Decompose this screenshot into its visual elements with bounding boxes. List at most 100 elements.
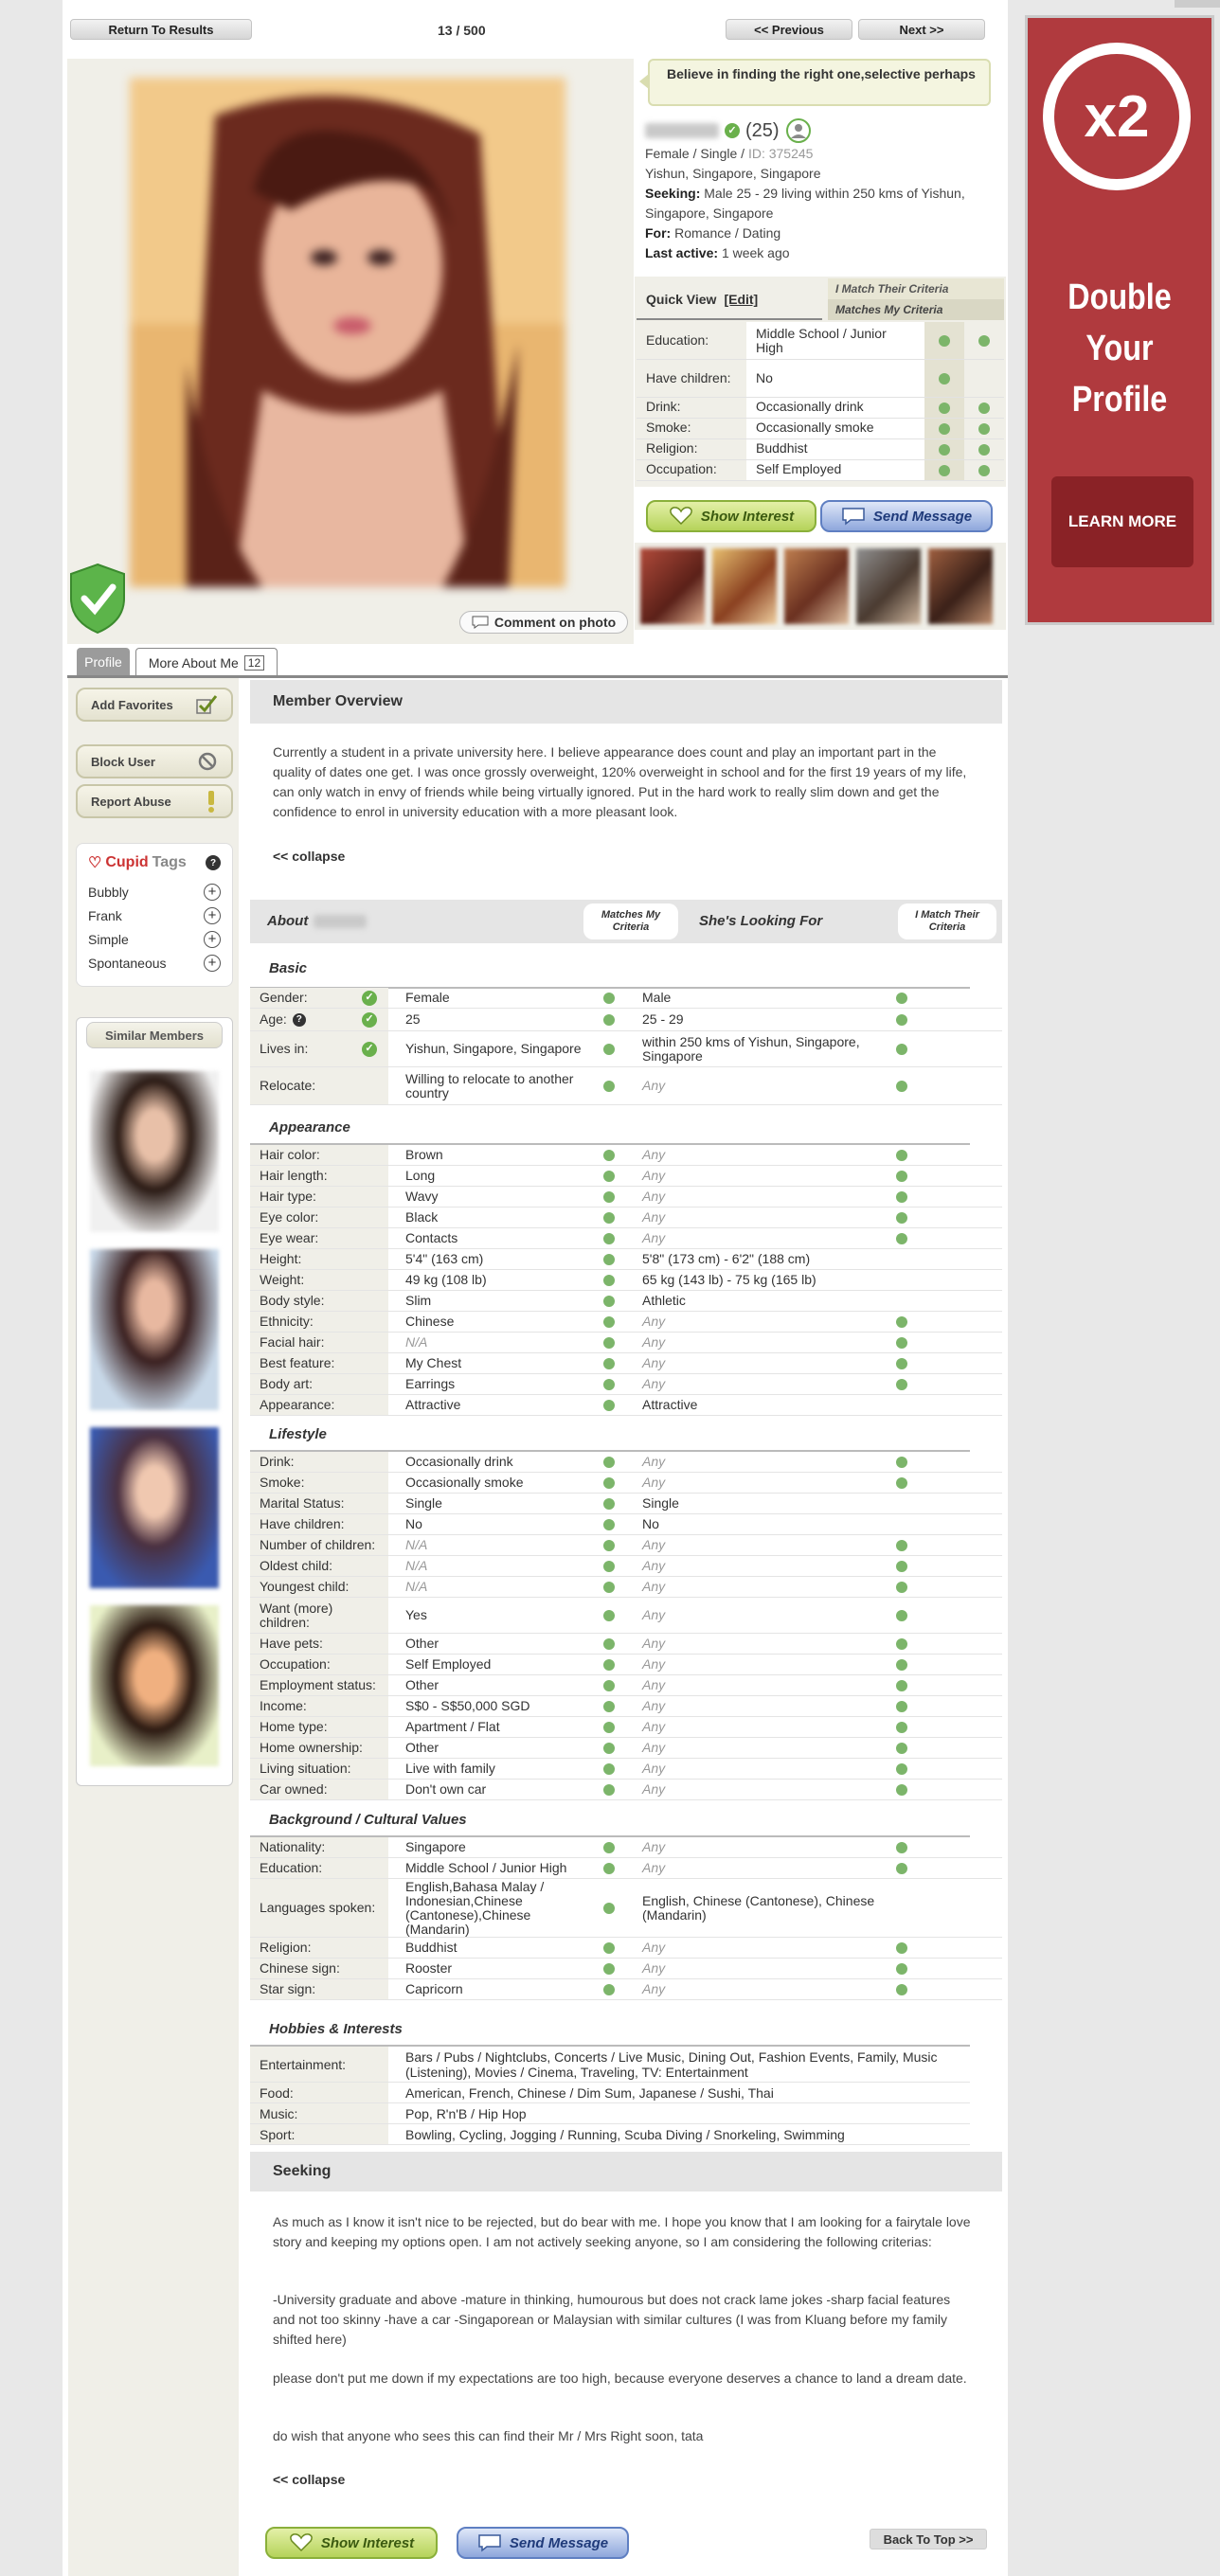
i-match-their-criteria-column: I Match Their Criteria [898,903,996,939]
back-to-top-button[interactable]: Back To Top >> [870,2529,987,2549]
profile-id: ID: 375245 [747,146,814,161]
learn-more-button[interactable]: LEARN MORE [1051,476,1193,567]
next-button[interactable]: Next >> [858,19,985,40]
similar-member-photo[interactable] [90,1071,219,1232]
similar-member-photo[interactable] [90,1427,219,1588]
photo-thumbnail[interactable] [856,548,921,624]
detail-row: Have children: No No [250,1514,1002,1535]
photo-thumbnail[interactable] [640,548,705,624]
main-photo-area: Comment on photo [67,59,634,644]
add-tag-icon[interactable]: + [204,930,221,948]
tab-more-about-me[interactable]: More About Me 12 [135,648,278,676]
tab-profile[interactable]: Profile [77,648,130,676]
return-to-results-button[interactable]: Return To Results [70,19,252,40]
about-header: About Matches My Criteria She's Looking … [250,900,1002,943]
match-dot [896,1560,907,1572]
about-label: About [267,913,309,929]
similar-members-box: Similar Members [76,1017,233,1786]
main-photo[interactable] [130,78,565,587]
group-hobbies: Hobbies & Interests [269,2021,403,2037]
detail-row: Body style: Slim Athletic [250,1291,1002,1312]
quick-view-panel: Quick View [Edit] I Match Their Criteria … [635,277,1006,487]
detail-row: Eye wear: Contacts Any [250,1228,1002,1249]
checkbox-icon [196,695,218,714]
match-dot [603,1637,615,1650]
cupid-tag: Spontaneous + [88,951,221,975]
send-message-button[interactable]: Send Message [820,500,993,532]
match-dot [939,372,950,385]
match-dot [603,1315,615,1328]
add-tag-icon[interactable]: + [204,906,221,924]
seeking-text-1: As much as I know it isn't nice to be re… [273,2214,971,2249]
double-profile-ad[interactable]: x2 Double Your Profile LEARN MORE [1025,15,1214,625]
match-dot [603,1253,615,1265]
member-overview-header: Member Overview [250,680,1002,724]
seeking-collapse-link[interactable]: << collapse [273,2472,345,2487]
comment-icon [472,616,489,629]
username-blurred [645,123,719,138]
profile-info: ✓ (25) Female / Single / ID: 375245 Yish… [645,117,1005,263]
match-dot [603,1295,615,1307]
detail-row: Star sign: Capricorn Any [250,1979,1002,2000]
help-icon[interactable]: ? [292,1012,306,1027]
previous-button[interactable]: << Previous [726,19,852,40]
match-dot [603,1941,615,1954]
send-message-button-bottom[interactable]: Send Message [457,2527,629,2559]
match-dot [939,402,950,414]
photo-thumbnail[interactable] [784,548,849,624]
match-dot [603,1658,615,1671]
similar-member-photo[interactable] [90,1249,219,1410]
photo-thumbnail[interactable] [712,548,777,624]
detail-row: Relocate: Willing to relocate to another … [250,1067,1002,1105]
heart-icon [289,2533,313,2552]
match-dot [603,1762,615,1775]
member-avatar-icon[interactable] [785,117,812,144]
detail-row: Eye color: Black Any [250,1208,1002,1228]
verified-icon: ✓ [725,123,740,138]
profile-headline: Believe in finding the right one,selecti… [639,59,991,106]
seeking-text-3: please don't put me down if my expectati… [273,2370,967,2386]
match-dot [603,1378,615,1390]
block-user-button[interactable]: Block User [76,744,233,778]
detail-row: Lives in: ✓ Yishun, Singapore, Singapore wi… [250,1031,1002,1067]
match-dot [896,1721,907,1733]
match-dot [896,1232,907,1244]
seeking-text-4: do wish that anyone who sees this can fi… [273,2428,704,2443]
match-dot [978,422,990,435]
ad-headline: Double Your Profile [1068,277,1172,420]
group-basic: Basic [269,960,308,976]
match-dot [603,1700,615,1712]
detail-row: Gender: ✓ Female Male [250,988,1002,1009]
detail-row: Nationality: Singapore Any [250,1837,1002,1858]
detail-row: Chinese sign: Rooster Any [250,1959,1002,1979]
add-tag-icon[interactable]: + [204,883,221,901]
hobby-row: Sport: Bowling, Cycling, Jogging / Runnin… [250,2124,970,2145]
overview-collapse-link[interactable]: << collapse [273,849,345,864]
speech-bubble-icon [478,2534,501,2552]
match-dot [896,1783,907,1796]
quick-view-row: Education: Middle School / Junior High [637,322,1004,360]
cupid-tag: Simple + [88,927,221,951]
heart-outline-icon: ♡ [88,855,102,871]
match-dot [603,1721,615,1733]
match-dot [603,1170,615,1182]
report-abuse-button[interactable]: Report Abuse [76,784,233,818]
match-dot [603,1539,615,1551]
add-favorites-button[interactable]: Add Favorites [76,688,233,722]
photo-thumbnail[interactable] [928,548,993,624]
last-active-value: 1 week ago [721,245,790,260]
help-icon[interactable]: ? [206,855,221,870]
match-dot [896,1637,907,1650]
detail-row: Body art: Earrings Any [250,1374,1002,1395]
quick-view-edit-link[interactable]: [Edit] [724,292,758,307]
match-dot [603,1983,615,1995]
similar-member-photo[interactable] [90,1605,219,1766]
hobby-row: Music: Pop, R'n'B / Hip Hop [250,2103,970,2124]
show-interest-button-bottom[interactable]: Show Interest [265,2527,438,2559]
exclamation-icon [208,791,214,813]
match-dot [896,1762,907,1775]
add-tag-icon[interactable]: + [204,954,221,972]
similar-members-header: Similar Members [86,1022,223,1048]
show-interest-button[interactable]: Show Interest [646,500,816,532]
comment-on-photo-button[interactable]: Comment on photo [459,611,628,634]
